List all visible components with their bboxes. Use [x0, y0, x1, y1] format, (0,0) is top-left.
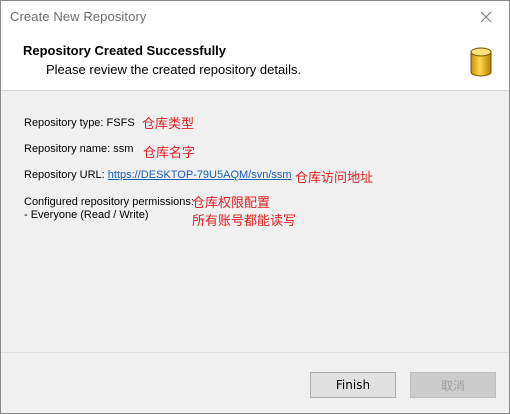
repository-name-label: Repository name: ssm — [24, 143, 134, 155]
details-panel: Repository type: FSFS 仓库类型 Repository na… — [1, 91, 509, 351]
permissions-annotation: 仓库权限配置 — [192, 196, 271, 211]
header-subtitle: Please review the created repository det… — [46, 62, 302, 77]
database-icon — [470, 47, 492, 77]
wizard-header: Repository Created Successfully Please r… — [1, 32, 509, 91]
repository-url-annotation: 仓库访问地址 — [295, 171, 374, 186]
cancel-button[interactable]: 取消 — [410, 372, 496, 398]
repository-url-link[interactable]: https://DESKTOP-79U5AQM/svn/ssm — [108, 169, 292, 181]
permissions-annotation-detail: 所有账号都能读写 — [192, 214, 297, 229]
close-icon — [480, 11, 492, 22]
window-title: Create New Repository — [10, 9, 147, 24]
permissions-value: - Everyone (Read / Write) — [24, 209, 149, 221]
repository-type-label: Repository type: FSFS — [24, 117, 135, 129]
finish-button[interactable]: Finish — [310, 372, 396, 398]
create-repository-dialog: Create New Repository Repository Created… — [0, 0, 510, 414]
title-bar: Create New Repository — [1, 1, 509, 32]
close-button[interactable] — [463, 1, 509, 32]
repository-type-annotation: 仓库类型 — [142, 117, 195, 132]
repository-name-annotation: 仓库名字 — [143, 146, 196, 161]
permissions-label: Configured repository permissions: — [24, 196, 194, 208]
header-title: Repository Created Successfully — [23, 43, 227, 58]
dialog-footer: Finish 取消 — [1, 352, 509, 413]
repository-url-row: Repository URL: https://DESKTOP-79U5AQM/… — [24, 169, 292, 181]
repository-url-label: Repository URL: — [24, 169, 108, 181]
